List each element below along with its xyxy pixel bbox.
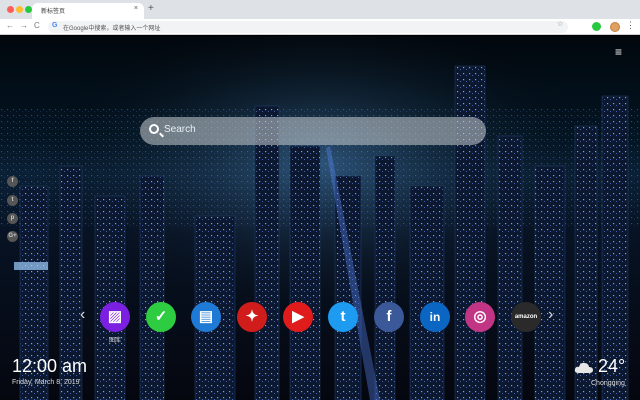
tab-bar: 新标签页 × + [0, 0, 640, 19]
tab-close-icon[interactable]: × [134, 5, 138, 12]
browser-toolbar: ← → C G 在Google中搜索，或者输入一个网址 ☆ [0, 19, 640, 35]
app-linkedin-icon[interactable]: in [420, 302, 450, 332]
cloud-icon [574, 362, 593, 373]
app-game-icon[interactable]: ✦ [237, 302, 267, 332]
app-instagram-icon[interactable]: ◎ [465, 302, 495, 332]
apps-next-arrow[interactable]: › [548, 307, 553, 323]
browser-menu-icon[interactable]: ⋮ [626, 20, 635, 31]
address-bar[interactable]: G 在Google中搜索，或者输入一个网址 [48, 21, 568, 33]
twitter-icon[interactable]: t [7, 195, 18, 206]
apps-prev-arrow[interactable]: ‹ [80, 307, 85, 323]
maximize-window-icon[interactable] [25, 6, 32, 13]
facebook-icon[interactable]: f [7, 176, 18, 187]
search-placeholder: Search [164, 124, 196, 135]
search-icon [149, 124, 159, 134]
bookmark-star-icon[interactable]: ☆ [557, 20, 563, 28]
back-button[interactable]: ← [6, 21, 14, 31]
google-icon: G [52, 22, 58, 29]
clock-time: 12:00 am [12, 356, 88, 376]
address-placeholder: 在Google中搜索，或者输入一个网址 [63, 26, 161, 32]
weather-temperature: 24° [598, 356, 626, 376]
pinterest-icon[interactable]: p [7, 213, 18, 224]
browser-tab[interactable]: 新标签页 × [32, 3, 144, 19]
app-youtube-icon[interactable]: ▶ [283, 302, 313, 332]
app-facebook-icon[interactable]: f [374, 302, 404, 332]
app-news-icon[interactable]: ▤ [191, 302, 221, 332]
close-window-icon[interactable] [7, 6, 14, 13]
clock-date: Friday, March 8, 2019 [12, 379, 80, 386]
weather-city: Chongqing [591, 380, 625, 387]
app-gallery-icon[interactable]: ▨ [100, 302, 130, 332]
city-skyline-graphic [0, 36, 640, 400]
app-gallery-label: 图库 [108, 338, 121, 344]
new-tab-button[interactable]: + [148, 3, 154, 15]
city-wallpaper [0, 36, 640, 400]
minimize-window-icon[interactable] [16, 6, 23, 13]
app-twitter-icon[interactable]: t [328, 302, 358, 332]
app-amazon-icon[interactable]: amazon [511, 302, 541, 332]
forward-button[interactable]: → [20, 21, 28, 31]
app-checklist-icon[interactable]: ✓ [146, 302, 176, 332]
menu-icon[interactable]: ≡ [615, 46, 622, 58]
tab-title: 新标签页 [41, 9, 66, 15]
reload-button[interactable]: C [34, 21, 40, 31]
google-plus-icon[interactable]: G+ [7, 231, 18, 242]
profile-avatar[interactable] [610, 22, 620, 32]
extension-icon[interactable] [592, 22, 601, 31]
